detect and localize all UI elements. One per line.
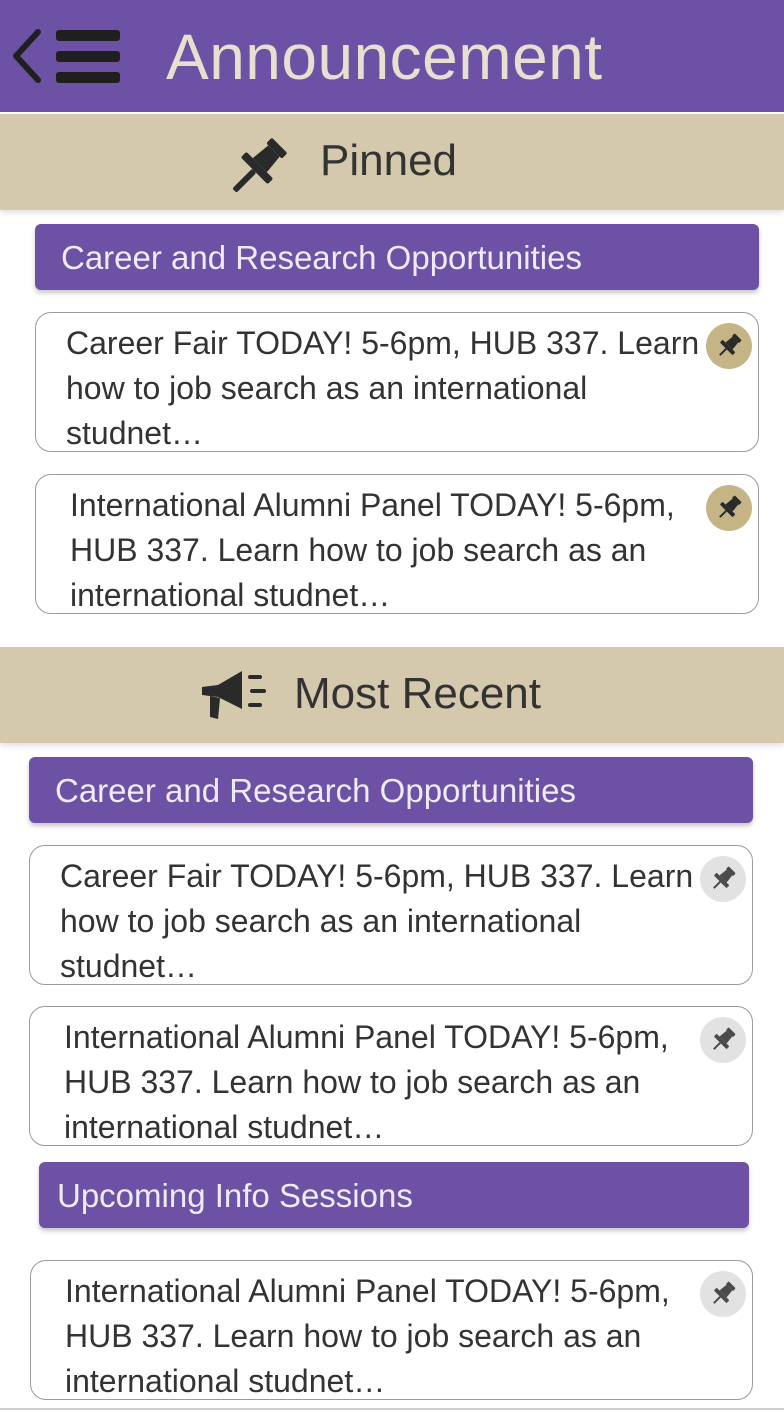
announcement-card[interactable]: International Alumni Panel TODAY! 5-6pm,… (30, 1260, 753, 1400)
category-header-info-sessions[interactable]: Upcoming Info Sessions (39, 1162, 749, 1228)
category-label: Career and Research Opportunities (55, 772, 576, 809)
pin-toggle-button[interactable] (700, 856, 746, 902)
pushpin-icon (233, 138, 287, 192)
category-label: Career and Research Opportunities (61, 239, 582, 276)
megaphone-icon (202, 671, 266, 719)
announcement-text: International Alumni Panel TODAY! 5-6pm,… (64, 1019, 669, 1145)
menu-button[interactable] (56, 30, 120, 84)
pin-toggle-button[interactable] (706, 485, 752, 531)
pin-toggle-button[interactable] (700, 1271, 746, 1317)
pinned-section-header: Pinned (0, 114, 784, 210)
page-title: Announcement (166, 21, 603, 93)
pushpin-icon (719, 333, 742, 356)
pin-toggle-button[interactable] (700, 1017, 746, 1063)
announcement-text: International Alumni Panel TODAY! 5-6pm,… (70, 487, 675, 613)
top-bar: Announcement (0, 0, 784, 112)
bottom-divider (0, 1408, 784, 1410)
hamburger-line (56, 51, 120, 62)
announcement-text: Career Fair TODAY! 5-6pm, HUB 337. Learn… (66, 325, 700, 451)
chevron-left-icon (13, 29, 41, 83)
announcement-card[interactable]: Career Fair TODAY! 5-6pm, HUB 337. Learn… (29, 845, 753, 985)
pushpin-icon (713, 1027, 736, 1050)
category-header-career[interactable]: Career and Research Opportunities (29, 757, 753, 823)
recent-section-header: Most Recent (0, 647, 784, 743)
announcement-text: International Alumni Panel TODAY! 5-6pm,… (65, 1273, 670, 1399)
hamburger-line (56, 72, 120, 83)
announcement-card[interactable]: Career Fair TODAY! 5-6pm, HUB 337. Learn… (35, 312, 759, 452)
pinned-section-title: Pinned (320, 136, 458, 185)
category-header-career[interactable]: Career and Research Opportunities (35, 224, 759, 290)
pushpin-icon (719, 495, 742, 518)
pin-toggle-button[interactable] (706, 323, 752, 369)
recent-section-title: Most Recent (294, 669, 541, 718)
pushpin-icon (713, 866, 736, 889)
announcement-card[interactable]: International Alumni Panel TODAY! 5-6pm,… (35, 474, 759, 614)
announcement-card[interactable]: International Alumni Panel TODAY! 5-6pm,… (29, 1006, 753, 1146)
announcement-text: Career Fair TODAY! 5-6pm, HUB 337. Learn… (60, 858, 694, 984)
hamburger-menu-icon (56, 30, 120, 41)
back-button[interactable] (10, 28, 44, 84)
pushpin-icon (713, 1281, 736, 1304)
category-label: Upcoming Info Sessions (57, 1177, 413, 1214)
